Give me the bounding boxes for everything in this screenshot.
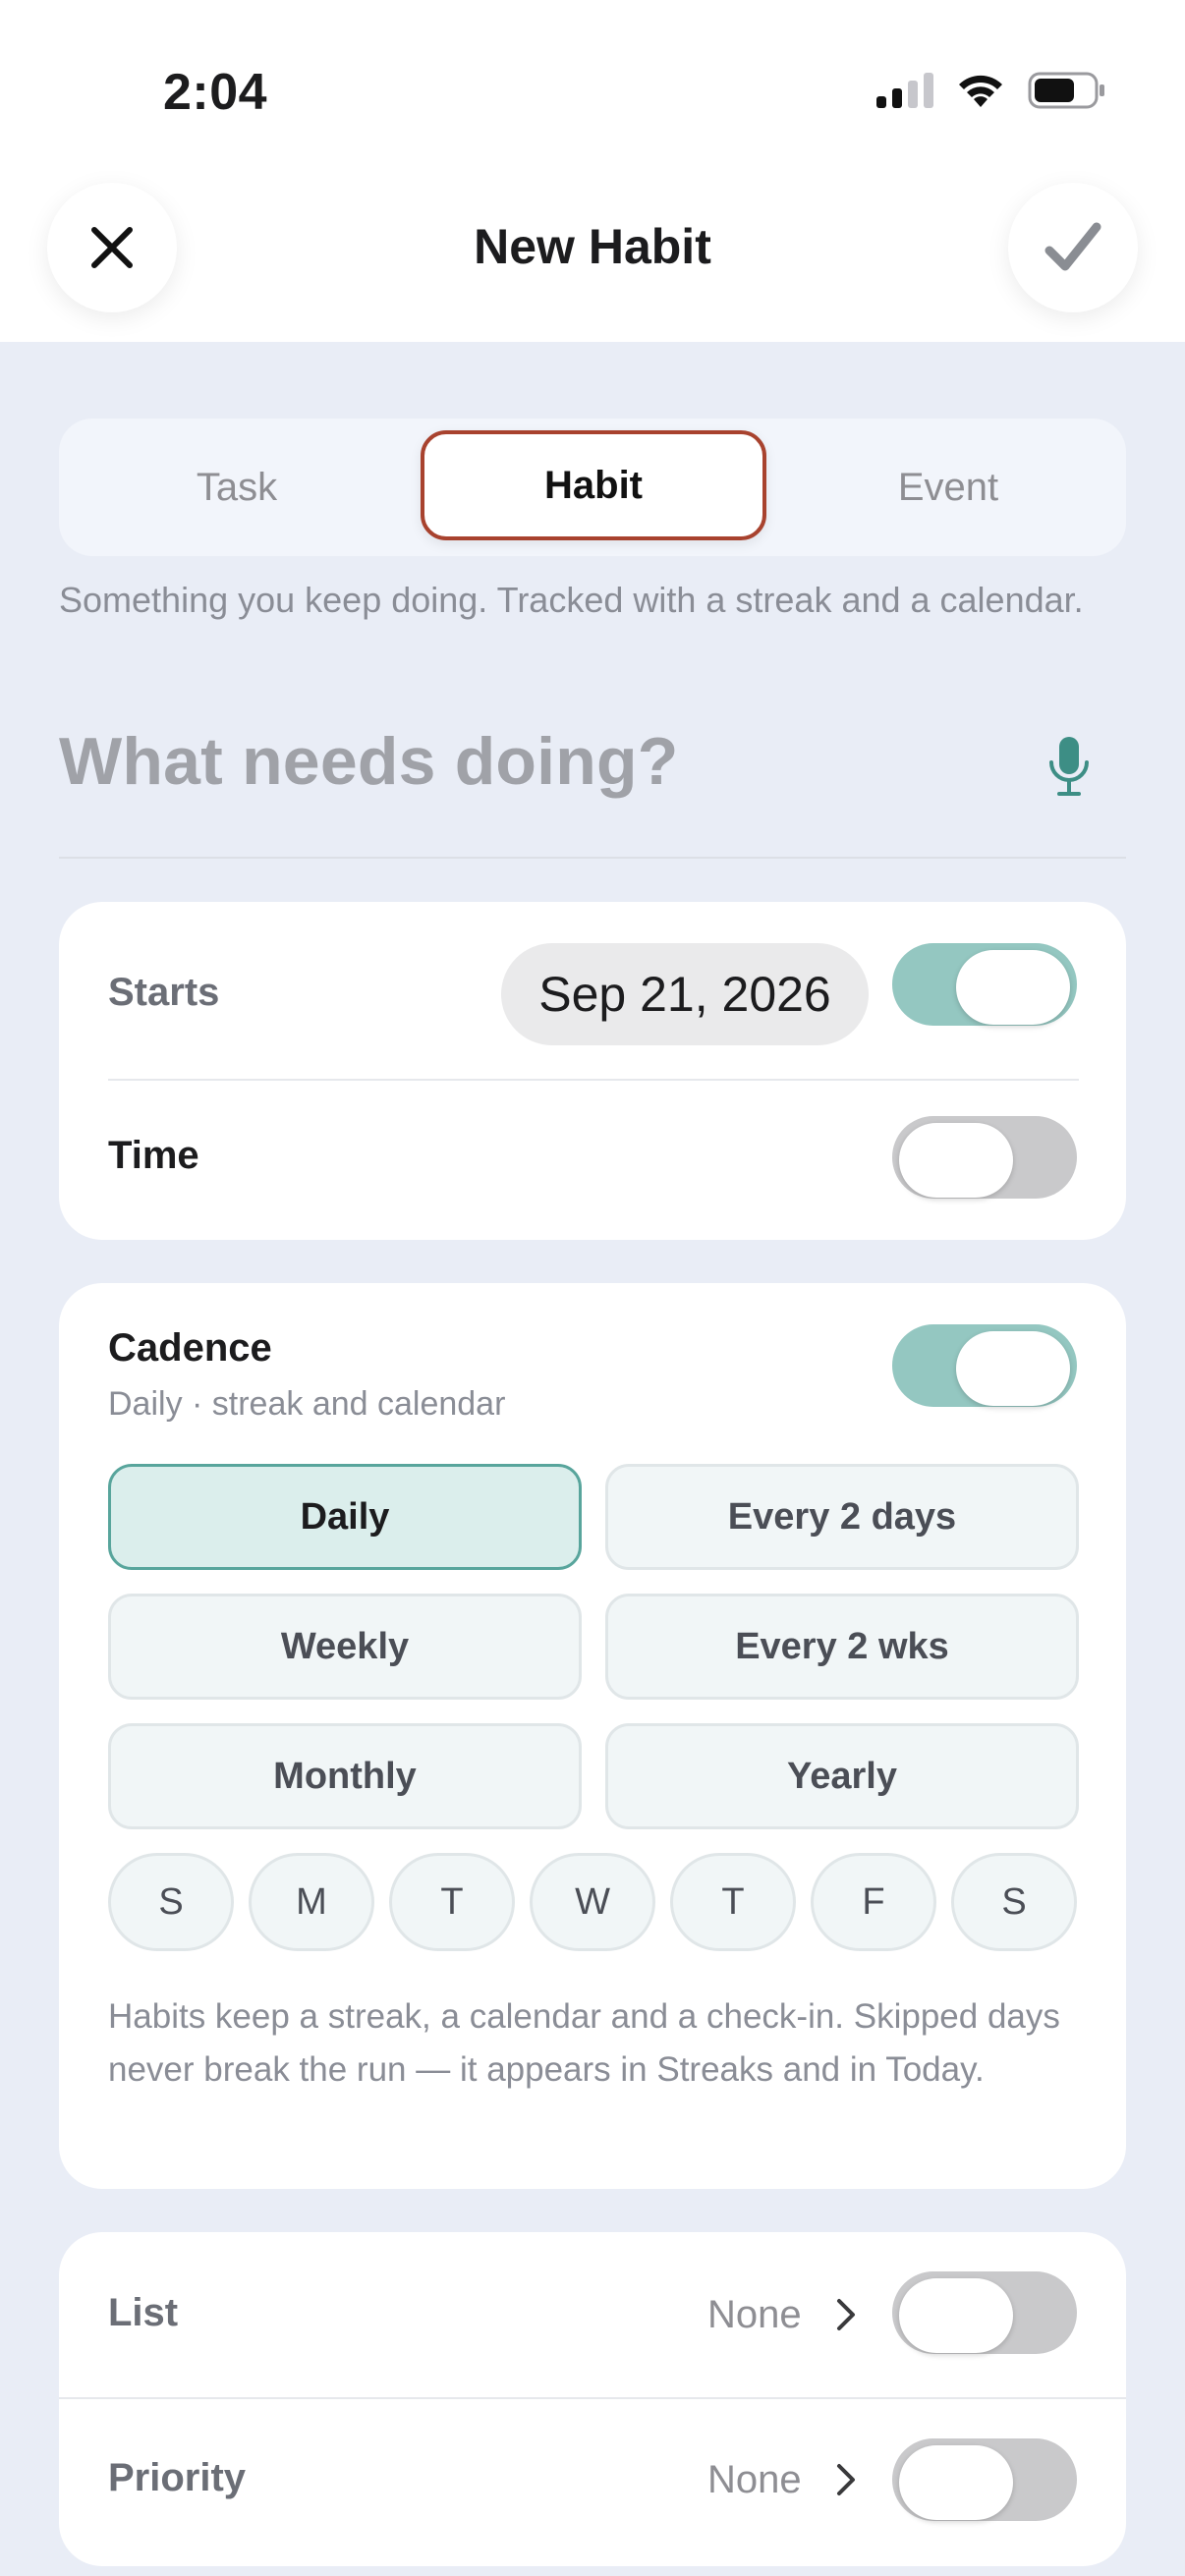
- cadence-option-weekly[interactable]: Weekly: [108, 1594, 582, 1700]
- cadence-option-every-2-days[interactable]: Every 2 days: [605, 1464, 1079, 1570]
- cadence-subtitle: Daily · streak and calendar: [108, 1385, 506, 1423]
- cadence-option-daily[interactable]: Daily: [108, 1464, 582, 1570]
- list-value[interactable]: None: [707, 2293, 802, 2337]
- cadence-card: Cadence Daily · streak and calendar Dail…: [59, 1283, 1126, 2189]
- divider: [59, 857, 1126, 859]
- battery-icon: [1028, 72, 1104, 109]
- starts-label: Starts: [108, 971, 220, 1014]
- divider: [59, 2397, 1126, 2399]
- schedule-card: Starts Sep 21, 2026 Time: [59, 902, 1126, 1240]
- wifi-icon: [959, 75, 1002, 107]
- tab-task[interactable]: Task: [59, 466, 415, 510]
- status-time: 2:04: [163, 64, 268, 121]
- weekday-saturday[interactable]: S: [951, 1853, 1077, 1951]
- weekday-tuesday[interactable]: T: [389, 1853, 515, 1951]
- cadence-option-monthly[interactable]: Monthly: [108, 1723, 582, 1829]
- time-toggle[interactable]: [892, 1116, 1077, 1199]
- type-description: Something you keep doing. Tracked with a…: [59, 580, 1084, 620]
- starts-toggle[interactable]: [892, 943, 1077, 1026]
- weekday-thursday[interactable]: T: [670, 1853, 796, 1951]
- start-date-picker[interactable]: Sep 21, 2026: [501, 943, 869, 1045]
- weekday-friday[interactable]: F: [811, 1853, 936, 1951]
- microphone-icon[interactable]: [1045, 735, 1093, 798]
- weekday-wednesday[interactable]: W: [530, 1853, 655, 1951]
- header: 2:04 New Habit: [0, 0, 1185, 342]
- tab-habit[interactable]: Habit: [421, 430, 766, 540]
- weekday-monday[interactable]: M: [249, 1853, 374, 1951]
- cadence-label: Cadence: [108, 1326, 272, 1370]
- priority-toggle[interactable]: [892, 2438, 1077, 2521]
- priority-label: Priority: [108, 2456, 247, 2499]
- chevron-right-icon[interactable]: [835, 2458, 859, 2501]
- chevron-right-icon[interactable]: [835, 2293, 859, 2336]
- divider: [108, 1079, 1079, 1081]
- cadence-option-yearly[interactable]: Yearly: [605, 1723, 1079, 1829]
- cadence-note: Habits keep a streak, a calendar and a c…: [108, 1997, 1060, 2089]
- checkmark-icon: [1044, 222, 1101, 271]
- confirm-button[interactable]: [1008, 183, 1138, 312]
- cadence-toggle[interactable]: [892, 1324, 1077, 1407]
- status-icons: [876, 71, 1106, 110]
- title-input[interactable]: What needs doing?: [59, 723, 1002, 800]
- details-card: List None Priority None: [59, 2232, 1126, 2566]
- weekday-sunday[interactable]: S: [108, 1853, 234, 1951]
- cadence-option-every-2-wks[interactable]: Every 2 wks: [605, 1594, 1079, 1700]
- list-label: List: [108, 2291, 179, 2334]
- signal-icon: [876, 73, 933, 108]
- tab-event[interactable]: Event: [770, 466, 1126, 510]
- priority-value[interactable]: None: [707, 2458, 802, 2502]
- time-label: Time: [108, 1134, 199, 1177]
- type-segmented-control: Task Event Habit: [59, 419, 1126, 556]
- list-toggle[interactable]: [892, 2271, 1077, 2354]
